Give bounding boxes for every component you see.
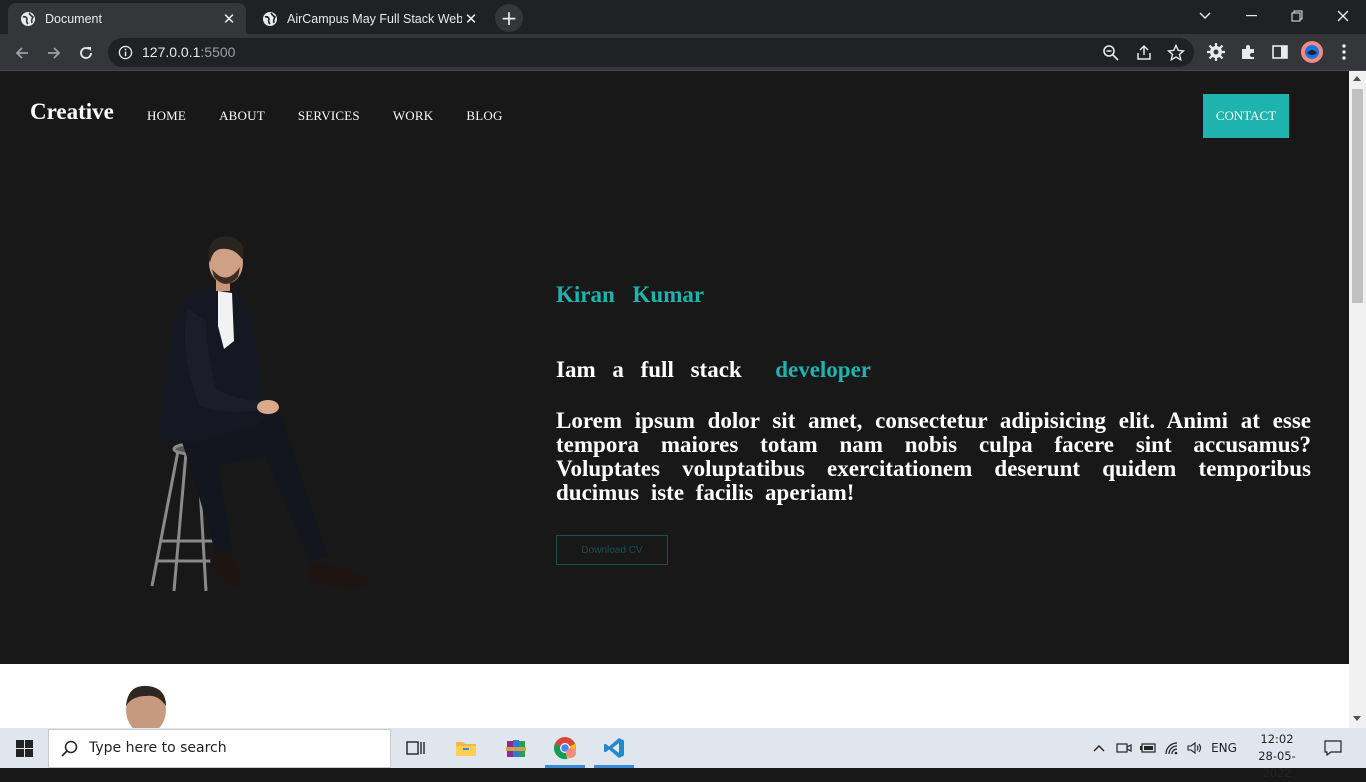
- zoom-icon[interactable]: [1102, 44, 1120, 62]
- download-cv-button[interactable]: Download CV: [556, 535, 668, 565]
- speaker-icon: [1186, 741, 1201, 755]
- scrollbar-thumb[interactable]: [1352, 89, 1363, 303]
- restore-button[interactable]: [1274, 0, 1320, 32]
- share-icon[interactable]: [1135, 44, 1153, 62]
- tab-search-icon[interactable]: [1182, 0, 1228, 32]
- reload-icon: [80, 47, 92, 59]
- show-hidden-icons-button[interactable]: [1088, 728, 1110, 768]
- task-view-button[interactable]: [392, 728, 440, 768]
- taskbar-search-box[interactable]: Type here to search: [48, 729, 391, 768]
- meet-now-button[interactable]: [1113, 728, 1135, 768]
- battery-icon: [1140, 743, 1156, 753]
- forward-button[interactable]: [40, 39, 68, 67]
- wifi-icon: [1165, 742, 1178, 755]
- tab-document[interactable]: Document ✕: [8, 3, 246, 34]
- close-window-button[interactable]: [1320, 0, 1366, 32]
- hero-portrait-image: [150, 236, 372, 592]
- nav-home[interactable]: HOME: [147, 108, 186, 124]
- archive-books-icon: [506, 740, 526, 757]
- back-button[interactable]: [8, 39, 36, 67]
- chevron-up-icon: [1093, 745, 1105, 752]
- volume-button[interactable]: [1184, 728, 1206, 768]
- chrome-icon: [554, 737, 576, 760]
- site-brand[interactable]: Creative: [30, 99, 114, 125]
- side-panel-icon[interactable]: [1271, 43, 1289, 61]
- file-explorer-button[interactable]: [442, 728, 490, 768]
- url-port: :5500: [200, 44, 236, 60]
- site-info-icon[interactable]: [118, 45, 133, 60]
- globe-icon: [263, 11, 277, 26]
- reload-button[interactable]: [72, 39, 100, 67]
- url-host: 127.0.0.1: [142, 44, 201, 60]
- hero-description: Lorem ipsum dolor sit amet, consectetur …: [556, 408, 1311, 505]
- nav-services[interactable]: SERVICES: [298, 108, 360, 124]
- hero-tagline: Iam a full stack developer: [556, 357, 871, 383]
- tab-aircampus[interactable]: AirCampus May Full Stack Web D ✕: [250, 3, 488, 34]
- address-bar[interactable]: 127.0.0.1:5500: [108, 38, 1194, 67]
- url-text: 127.0.0.1:5500: [142, 44, 235, 60]
- browser-toolbar: 127.0.0.1:5500: [0, 34, 1366, 71]
- about-section: [0, 664, 1349, 728]
- folder-icon: [456, 742, 476, 756]
- winrar-button[interactable]: [492, 728, 540, 768]
- globe-icon: [21, 11, 35, 26]
- web-page: Creative HOME ABOUT SERVICES WORK BLOG C…: [0, 71, 1349, 728]
- main-nav: HOME ABOUT SERVICES WORK BLOG: [147, 108, 536, 124]
- camera-icon: [1116, 743, 1132, 753]
- tagline-accent: developer: [775, 357, 872, 382]
- nav-blog[interactable]: BLOG: [466, 108, 502, 124]
- minimize-button[interactable]: [1228, 0, 1274, 32]
- task-view-icon: [406, 741, 425, 755]
- scroll-up-arrow-icon[interactable]: [1353, 76, 1361, 81]
- nav-about[interactable]: ABOUT: [219, 108, 265, 124]
- nav-work[interactable]: WORK: [393, 108, 434, 124]
- close-tab-icon[interactable]: ✕: [462, 10, 480, 28]
- bookmark-star-icon[interactable]: [1167, 44, 1185, 62]
- hero-name: Kiran Kumar: [556, 282, 705, 307]
- scroll-down-arrow-icon[interactable]: [1353, 716, 1361, 721]
- vscode-taskbar-button[interactable]: [590, 728, 638, 768]
- tagline-prefix: Iam a full stack: [556, 357, 742, 382]
- windows-logo-icon: [15, 739, 33, 757]
- vscode-icon: [604, 738, 624, 758]
- search-placeholder: Type here to search: [89, 740, 227, 756]
- tab-title: Document: [45, 11, 102, 26]
- about-portrait-image: [126, 685, 166, 728]
- input-language-indicator[interactable]: ENG: [1208, 728, 1240, 768]
- clock-time: 12:02: [1260, 732, 1294, 746]
- chrome-taskbar-button[interactable]: [541, 728, 589, 768]
- browser-tab-strip: Document ✕ AirCampus May Full Stack Web …: [0, 0, 1366, 34]
- network-button[interactable]: [1161, 728, 1183, 768]
- notification-speech-icon: [1324, 740, 1342, 756]
- extension-gear-icon[interactable]: [1207, 43, 1225, 61]
- forward-arrow-icon: [48, 47, 61, 59]
- search-icon: [61, 740, 78, 757]
- contact-button[interactable]: CONTACT: [1203, 94, 1289, 138]
- close-tab-icon[interactable]: ✕: [220, 10, 238, 28]
- page-scrollbar[interactable]: [1349, 71, 1366, 728]
- taskbar-clock[interactable]: 12:02 28-05-2022: [1245, 731, 1309, 782]
- battery-button[interactable]: [1137, 728, 1159, 768]
- start-button[interactable]: [0, 728, 48, 768]
- back-arrow-icon: [15, 47, 28, 59]
- new-tab-button[interactable]: +: [495, 4, 523, 32]
- tab-title: AirCampus May Full Stack Web D: [287, 11, 462, 26]
- profile-avatar[interactable]: [1301, 41, 1323, 63]
- extensions-puzzle-icon[interactable]: [1239, 43, 1257, 61]
- windows-taskbar: Type here to search ENG 12:02 28-05-2022: [0, 728, 1366, 780]
- menu-kebab-icon[interactable]: [1336, 43, 1352, 61]
- clock-date: 28-05-2022: [1258, 749, 1296, 780]
- notifications-button[interactable]: [1318, 728, 1348, 768]
